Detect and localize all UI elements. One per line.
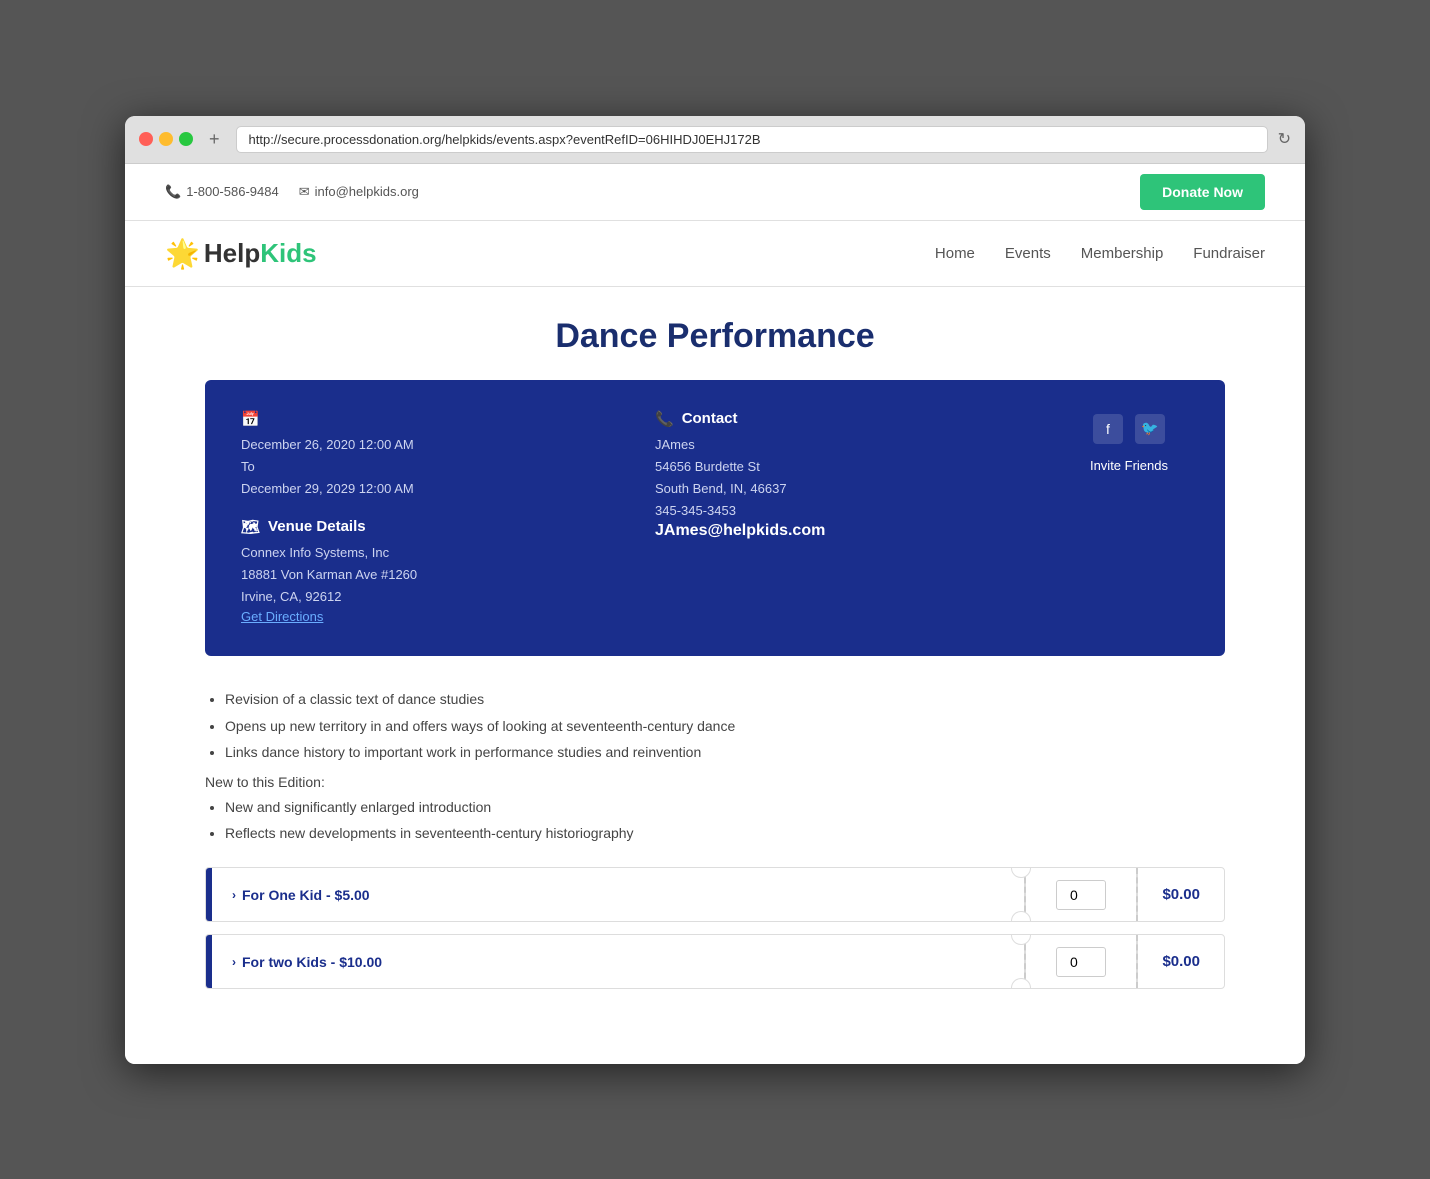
nav-bar: 🌟 HelpKids Home Events Membership Fundra… — [125, 221, 1305, 287]
donate-now-button[interactable]: Donate Now — [1140, 174, 1265, 210]
invite-friends[interactable]: Invite Friends — [1090, 458, 1168, 473]
browser-titlebar: + http://secure.processdonation.org/help… — [125, 116, 1305, 164]
phone-number: 1-800-586-9484 — [186, 184, 279, 199]
calendar-icon: 📅 — [241, 410, 260, 428]
date-to: To — [241, 456, 615, 478]
url-text: http://secure.processdonation.org/helpki… — [249, 132, 761, 147]
chevron-icon: › — [232, 888, 236, 902]
close-button[interactable] — [139, 132, 153, 146]
logo-text: HelpKids — [204, 238, 317, 269]
ticket-label-2: › For two Kids - $10.00 — [212, 936, 1024, 988]
bullet-4: New and significantly enlarged introduct… — [225, 794, 1225, 821]
bullet-2: Opens up new territory in and offers way… — [225, 713, 1225, 740]
ticket-label-1: › For One Kid - $5.00 — [212, 869, 1024, 921]
venue-name: Connex Info Systems, Inc — [241, 542, 615, 564]
event-description: Revision of a classic text of dance stud… — [205, 686, 1225, 867]
ticket-price-1: $0.00 — [1138, 868, 1224, 921]
chevron-icon-2: › — [232, 955, 236, 969]
contact-email: JAmes@helpkids.com — [655, 522, 1029, 540]
contact-addr2: South Bend, IN, 46637 — [655, 478, 1029, 500]
date-section: 📅 — [241, 410, 615, 428]
traffic-lights — [139, 132, 193, 146]
event-title: Dance Performance — [205, 317, 1225, 356]
page-content: 📞 1-800-586-9484 ✉ info@helpkids.org Don… — [125, 164, 1305, 1064]
phone-icon: 📞 — [165, 184, 181, 200]
new-tab-button[interactable]: + — [203, 129, 226, 150]
maximize-button[interactable] — [179, 132, 193, 146]
bullet-3: Links dance history to important work in… — [225, 739, 1225, 766]
address-bar[interactable]: http://secure.processdonation.org/helpki… — [236, 126, 1268, 153]
top-bar: 📞 1-800-586-9484 ✉ info@helpkids.org Don… — [125, 164, 1305, 221]
ticket-circle-bottom — [1011, 911, 1031, 922]
bullet-1: Revision of a classic text of dance stud… — [225, 686, 1225, 713]
contact-name: JAmes — [655, 434, 1029, 456]
reload-button[interactable]: ↻ — [1278, 129, 1291, 149]
ticket-qty-1 — [1026, 880, 1136, 910]
get-directions-link[interactable]: Get Directions — [241, 609, 323, 624]
twitter-icon[interactable]: 🐦 — [1135, 414, 1165, 444]
ticket-row-1: › For One Kid - $5.00 $0.00 — [205, 867, 1225, 922]
logo-help: Help — [204, 238, 260, 268]
nav-events[interactable]: Events — [1005, 245, 1051, 262]
logo-icon: 🌟 — [165, 237, 200, 270]
date-venue-col: 📅 December 26, 2020 12:00 AM To December… — [241, 410, 615, 627]
nav-fundraiser[interactable]: Fundraiser — [1193, 245, 1265, 262]
edition-label: New to this Edition: — [205, 774, 1225, 790]
ticket-qty-input-1[interactable] — [1056, 880, 1106, 910]
bullet-list-2: New and significantly enlarged introduct… — [205, 794, 1225, 847]
map-icon: 🗺 — [241, 518, 260, 536]
facebook-icon[interactable]: f — [1093, 414, 1123, 444]
ticket-price-2: $0.00 — [1138, 935, 1224, 988]
email-contact: ✉ info@helpkids.org — [299, 184, 419, 200]
info-card: 📅 December 26, 2020 12:00 AM To December… — [205, 380, 1225, 657]
social-icons: f 🐦 — [1093, 414, 1165, 444]
date-end: December 29, 2029 12:00 AM — [241, 478, 615, 500]
ticket-row-2: › For two Kids - $10.00 $0.00 — [205, 934, 1225, 989]
phone-icon: 📞 — [655, 410, 674, 428]
contact-title: 📞 Contact — [655, 410, 1029, 428]
social-col: f 🐦 Invite Friends — [1069, 410, 1189, 627]
browser-window: + http://secure.processdonation.org/help… — [125, 116, 1305, 1064]
contact-col: 📞 Contact JAmes 54656 Burdette St South … — [655, 410, 1029, 627]
nav-membership[interactable]: Membership — [1081, 245, 1164, 262]
date-start: December 26, 2020 12:00 AM — [241, 434, 615, 456]
nav-links: Home Events Membership Fundraiser — [935, 245, 1265, 262]
nav-home[interactable]: Home — [935, 245, 975, 262]
venue-title: 🗺 Venue Details — [241, 518, 615, 536]
minimize-button[interactable] — [159, 132, 173, 146]
main-content: Dance Performance 📅 December 26, 2020 12… — [125, 287, 1305, 1042]
email-icon: ✉ — [299, 184, 310, 200]
logo: 🌟 HelpKids — [165, 237, 317, 270]
ticket-qty-input-2[interactable] — [1056, 947, 1106, 977]
venue-address2: Irvine, CA, 92612 — [241, 586, 615, 608]
venue-address1: 18881 Von Karman Ave #1260 — [241, 564, 615, 586]
ticket-circle-bottom-2 — [1011, 978, 1031, 989]
bullet-5: Reflects new developments in seventeenth… — [225, 820, 1225, 847]
contact-phone: 345-345-3453 — [655, 500, 1029, 522]
logo-kids: Kids — [260, 238, 316, 268]
phone-contact: 📞 1-800-586-9484 — [165, 184, 279, 200]
email-address: info@helpkids.org — [315, 184, 419, 199]
bullet-list: Revision of a classic text of dance stud… — [205, 686, 1225, 766]
top-bar-left: 📞 1-800-586-9484 ✉ info@helpkids.org — [165, 184, 419, 200]
contact-addr1: 54656 Burdette St — [655, 456, 1029, 478]
ticket-qty-2 — [1026, 947, 1136, 977]
